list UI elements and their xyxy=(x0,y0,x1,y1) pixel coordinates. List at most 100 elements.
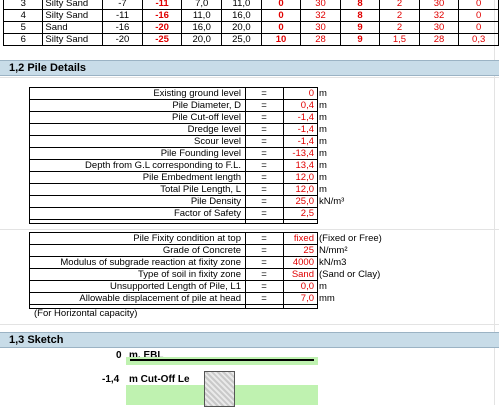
soil-cell-e: 10 xyxy=(260,33,302,46)
detail-equals: = xyxy=(261,148,267,159)
detail-label: Pile Founding level xyxy=(160,148,241,159)
detail-equals: = xyxy=(261,112,267,123)
soil-cell-g: 8 xyxy=(339,0,381,10)
soil-cell-c: 16,0 xyxy=(181,21,223,34)
detail-value: fixed xyxy=(293,233,314,244)
detail-label: Modulus of subgrade reaction at fixity z… xyxy=(60,257,241,268)
soil-cell-no: 4 xyxy=(2,9,44,22)
soil-cell-e: 0 xyxy=(260,0,302,10)
soil-cell-f: 30 xyxy=(300,21,341,34)
detail-equals: = xyxy=(261,100,267,111)
soil-cell-j: 0 xyxy=(458,9,499,22)
detail-unit: m xyxy=(319,88,327,99)
detail-value: -13,4 xyxy=(292,148,314,159)
soil-cell-d: 25,0 xyxy=(221,33,262,46)
ebl-line xyxy=(130,359,314,361)
detail-unit: m xyxy=(319,124,327,135)
detail-label: Depth from G.L corresponding to F.L. xyxy=(85,160,241,171)
soil-cell-j: 0 xyxy=(458,0,499,10)
detail-unit: m xyxy=(319,281,327,292)
soil-cell-d: 20,0 xyxy=(221,21,262,34)
detail-unit: kN/m³ xyxy=(319,196,345,207)
soil-cell-c: 7,0 xyxy=(181,0,223,10)
detail-value: 7,0 xyxy=(300,293,314,304)
soil-layer-table: 3 Silty Sand -7 -11 7,0 11,0 0 30 8 2 30 0 4 Silty Sa… xyxy=(2,0,499,46)
soil-cell-a: -11 xyxy=(102,9,143,22)
horizontal-capacity-note: (For Horizontal capacity) xyxy=(34,308,138,319)
detail-value: -1,4 xyxy=(297,136,314,147)
detail-label: Pile Density xyxy=(190,196,241,207)
soil-cell-c: 20,0 xyxy=(181,33,223,46)
detail-label: Pile Diameter, D xyxy=(172,100,241,111)
soil-cell-h: 2 xyxy=(379,0,420,10)
detail-equals: = xyxy=(261,293,267,304)
detail-value: 25 xyxy=(303,245,314,256)
detail-equals: = xyxy=(261,233,267,244)
soil-cell-no: 3 xyxy=(2,0,44,10)
soil-cell-f: 28 xyxy=(300,33,341,46)
soil-cell-h: 2 xyxy=(379,21,420,34)
detail-label: Total Pile Length, L xyxy=(160,184,241,195)
soil-cell-no: 6 xyxy=(2,33,44,46)
detail-unit: (Fixed or Free) xyxy=(319,233,382,244)
detail-label: Unsupported Length of Pile, L1 xyxy=(110,281,241,292)
detail-unit: N/mm² xyxy=(319,245,348,256)
detail-unit: (Sand or Clay) xyxy=(319,269,381,280)
detail-value: 13,4 xyxy=(295,160,315,171)
soil-cell-type: Silty Sand xyxy=(42,9,104,22)
soil-cell-j: 0 xyxy=(458,21,499,34)
detail-equals: = xyxy=(261,269,267,280)
detail-equals: = xyxy=(261,88,267,99)
soil-cell-e: 0 xyxy=(260,9,302,22)
soil-row: 4 Silty Sand -11 -16 11,0 16,0 0 32 8 2 32 0 xyxy=(2,9,499,22)
soil-cell-f: 32 xyxy=(300,9,341,22)
soil-cell-d: 16,0 xyxy=(221,9,262,22)
detail-label: Pile Cut-off level xyxy=(172,112,241,123)
detail-equals: = xyxy=(261,257,267,268)
soil-cell-h: 2 xyxy=(379,9,420,22)
cutoff-value: -1,4 xyxy=(102,374,120,385)
detail-value: 0,0 xyxy=(300,281,314,292)
detail-label: Existing ground level xyxy=(153,88,241,99)
detail-label: Type of soil in fixity zone xyxy=(138,269,241,280)
detail-unit: mm xyxy=(319,293,335,304)
pile-shaft xyxy=(204,371,235,407)
detail-equals: = xyxy=(261,136,267,147)
soil-row: 6 Silty Sand -20 -25 20,0 25,0 10 28 9 1,5 28 0,3 xyxy=(2,33,499,46)
soil-cell-a: -7 xyxy=(102,0,143,10)
soil-cell-b: -20 xyxy=(141,21,183,34)
detail-label: Dredge level xyxy=(187,124,241,135)
detail-unit: kN/m3 xyxy=(319,257,347,268)
detail-unit: m xyxy=(319,160,327,171)
detail-value: 2,5 xyxy=(300,208,314,219)
soil-cell-e: 0 xyxy=(260,21,302,34)
section-pile-details: 1,2 Pile Details xyxy=(0,60,499,76)
soil-cell-i: 32 xyxy=(418,9,460,22)
detail-equals: = xyxy=(261,281,267,292)
detail-value: 0 xyxy=(308,88,314,99)
detail-value: Sand xyxy=(291,269,314,280)
detail-label: Scour level xyxy=(194,136,241,147)
detail-label: Grade of Concrete xyxy=(162,245,241,256)
soil-cell-type: Sand xyxy=(42,21,104,34)
soil-cell-j: 0,3 xyxy=(458,33,499,46)
detail-equals: = xyxy=(261,208,267,219)
detail-value: -1,4 xyxy=(297,124,314,135)
detail-label: Pile Embedment length xyxy=(142,172,241,183)
cutoff-label: m Cut-Off Le xyxy=(129,374,190,385)
soil-row: 5 Sand -16 -20 16,0 20,0 0 30 9 2 30 0 xyxy=(2,21,499,34)
detail-value: 25,0 xyxy=(295,196,315,207)
detail-equals: = xyxy=(261,245,267,256)
soil-cell-g: 9 xyxy=(339,21,381,34)
soil-cell-g: 9 xyxy=(339,33,381,46)
detail-unit: m xyxy=(319,100,327,111)
detail-label: Factor of Safety xyxy=(173,208,241,219)
soil-cell-no: 5 xyxy=(2,21,44,34)
soil-cell-b: -16 xyxy=(141,9,183,22)
detail-value: 12,0 xyxy=(295,172,315,183)
detail-unit: m xyxy=(319,148,327,159)
soil-cell-c: 11,0 xyxy=(181,9,223,22)
detail-equals: = xyxy=(261,184,267,195)
soil-cell-b: -11 xyxy=(141,0,183,10)
detail-value: 0,4 xyxy=(300,100,314,111)
